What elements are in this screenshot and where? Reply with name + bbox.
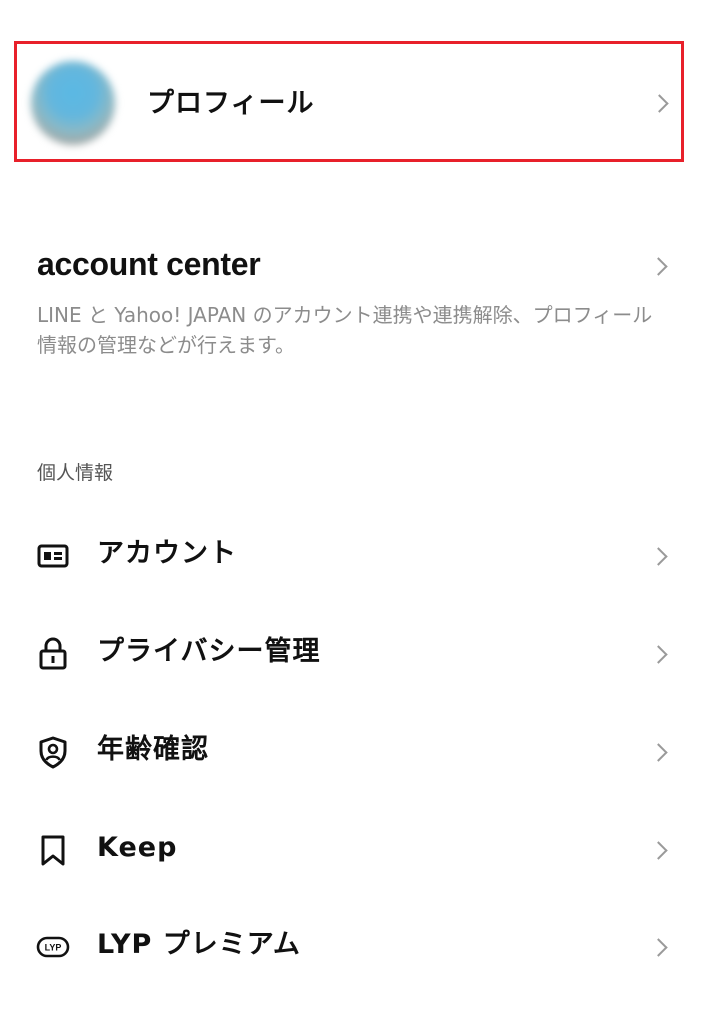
account-center-description: LINE と Yahoo! JAPAN のアカウント連携や連携解除、プロフィール… <box>37 303 653 357</box>
bookmark-icon <box>41 835 65 866</box>
profile-label: プロフィール <box>147 88 315 119</box>
chevron-right-icon <box>649 645 668 664</box>
lyp-badge-icon: LYP <box>36 936 70 958</box>
account-center-title: account center <box>37 246 261 282</box>
avatar <box>31 61 115 145</box>
chevron-right-icon <box>649 257 668 276</box>
menu-label: アカウント <box>97 538 237 569</box>
lock-icon <box>39 637 67 670</box>
chevron-right-icon <box>650 94 669 113</box>
section-header-personal-info: 個人情報 <box>37 462 114 484</box>
menu-item-account[interactable]: アカウント <box>0 526 707 586</box>
chevron-right-icon <box>649 841 668 860</box>
chevron-right-icon <box>649 743 668 762</box>
id-card-icon <box>37 544 69 568</box>
menu-label: LYP プレミアム <box>97 929 301 960</box>
menu-label: Keep <box>97 832 178 863</box>
shield-person-icon <box>39 736 67 769</box>
chevron-right-icon <box>649 547 668 566</box>
menu-item-privacy[interactable]: プライバシー管理 <box>0 624 707 684</box>
chevron-right-icon <box>649 938 668 957</box>
menu-label: プライバシー管理 <box>97 636 321 667</box>
menu-item-lyp-premium[interactable]: LYP LYP プレミアム <box>0 917 707 977</box>
profile-row[interactable]: プロフィール <box>14 41 684 162</box>
menu-label: 年齢確認 <box>97 734 209 765</box>
svg-text:LYP: LYP <box>45 943 62 953</box>
menu-item-age-verification[interactable]: 年齢確認 <box>0 722 707 782</box>
menu-item-keep[interactable]: Keep <box>0 820 707 880</box>
